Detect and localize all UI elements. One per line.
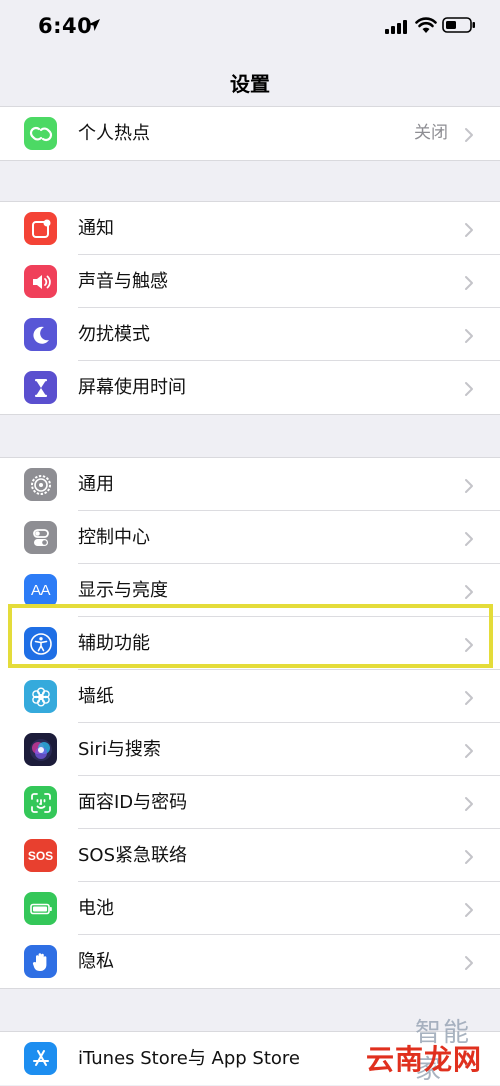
chevron-right-icon [465, 585, 473, 599]
settings-row-accessibility[interactable]: 辅助功能 [0, 617, 500, 670]
face-id-icon [24, 786, 57, 819]
row-label: 控制中心 [78, 527, 150, 548]
settings-group-network: 个人热点 关闭 [0, 106, 500, 161]
chevron-right-icon [465, 276, 473, 290]
chevron-right-icon [465, 744, 473, 758]
row-label: SOS紧急联络 [78, 845, 188, 866]
row-label: 显示与亮度 [78, 580, 168, 601]
notifications-icon [24, 212, 57, 245]
settings-row-screen-time[interactable]: 屏幕使用时间 [0, 361, 500, 414]
row-label: 声音与触感 [78, 271, 168, 292]
settings-row-privacy[interactable]: 隐私 [0, 935, 500, 988]
chevron-right-icon [465, 903, 473, 917]
settings-row-face-id-passcode[interactable]: 面容ID与密码 [0, 776, 500, 829]
settings-row-general[interactable]: 通用 [0, 458, 500, 511]
chevron-right-icon [465, 638, 473, 652]
chevron-right-icon [465, 797, 473, 811]
accessibility-icon [24, 627, 57, 660]
hotspot-icon [24, 117, 57, 150]
flower-icon [24, 680, 57, 713]
watermark: 智能家 云南龙网 [360, 1012, 495, 1085]
chevron-right-icon [465, 956, 473, 970]
settings-row-wallpaper[interactable]: 墙纸 [0, 670, 500, 723]
siri-icon [24, 733, 57, 766]
row-label: 通用 [78, 474, 114, 495]
row-label: 勿扰模式 [78, 324, 150, 345]
settings-row-control-center[interactable]: 控制中心 [0, 511, 500, 564]
chevron-right-icon [465, 382, 473, 396]
hourglass-icon [24, 371, 57, 404]
row-label: 个人热点 [78, 123, 150, 144]
status-bar: 6:40 [0, 0, 500, 54]
sound-icon [24, 265, 57, 298]
row-label: 墙纸 [78, 686, 114, 707]
row-label: 电池 [78, 898, 114, 919]
moon-icon [24, 318, 57, 351]
settings-group-general: 通用 控制中心 AA 显示与亮度 辅助功能 墙纸 Siri与搜索 面容ID与密码… [0, 457, 500, 989]
wifi-icon [415, 17, 437, 33]
chevron-right-icon [465, 850, 473, 864]
row-label: 辅助功能 [78, 633, 150, 654]
settings-row-siri-search[interactable]: Siri与搜索 [0, 723, 500, 776]
location-arrow-icon [88, 19, 100, 31]
app-store-icon [24, 1042, 57, 1075]
battery-status-icon [442, 17, 475, 33]
row-label: 隐私 [78, 951, 114, 972]
settings-row-do-not-disturb[interactable]: 勿扰模式 [0, 308, 500, 361]
settings-row-sounds-haptics[interactable]: 声音与触感 [0, 255, 500, 308]
gear-icon [24, 468, 57, 501]
row-label: 屏幕使用时间 [78, 377, 186, 398]
settings-row-display-brightness[interactable]: AA 显示与亮度 [0, 564, 500, 617]
chevron-right-icon [465, 329, 473, 343]
chevron-right-icon [465, 532, 473, 546]
sos-glyph: SOS [27, 848, 54, 863]
toggles-icon [24, 521, 57, 554]
battery-icon [24, 892, 57, 925]
navigation-bar: 设置 [0, 54, 500, 106]
settings-row-personal-hotspot[interactable]: 个人热点 关闭 [0, 107, 500, 160]
row-label: iTunes Store与 App Store [78, 1048, 301, 1069]
chevron-right-icon [465, 128, 473, 142]
row-label: Siri与搜索 [78, 739, 161, 760]
page-title: 设置 [230, 72, 270, 96]
chevron-right-icon [465, 223, 473, 237]
sos-icon: SOS [24, 839, 57, 872]
hand-icon [24, 945, 57, 978]
watermark-bottom-text: 云南龙网 [366, 1043, 483, 1076]
settings-group-notifications: 通知 声音与触感 勿扰模式 屏幕使用时间 [0, 201, 500, 415]
settings-row-emergency-sos[interactable]: SOS SOS紧急联络 [0, 829, 500, 882]
hotspot-status-value: 关闭 [414, 123, 448, 143]
cellular-signal-icon [385, 20, 407, 34]
settings-row-notifications[interactable]: 通知 [0, 202, 500, 255]
settings-row-battery[interactable]: 电池 [0, 882, 500, 935]
chevron-right-icon [465, 479, 473, 493]
row-label: 通知 [78, 218, 114, 239]
status-time: 6:40 [38, 14, 93, 38]
chevron-right-icon [465, 691, 473, 705]
text-size-icon: AA [24, 574, 57, 607]
row-label: 面容ID与密码 [78, 792, 188, 813]
text-size-glyph: AA [30, 582, 51, 599]
